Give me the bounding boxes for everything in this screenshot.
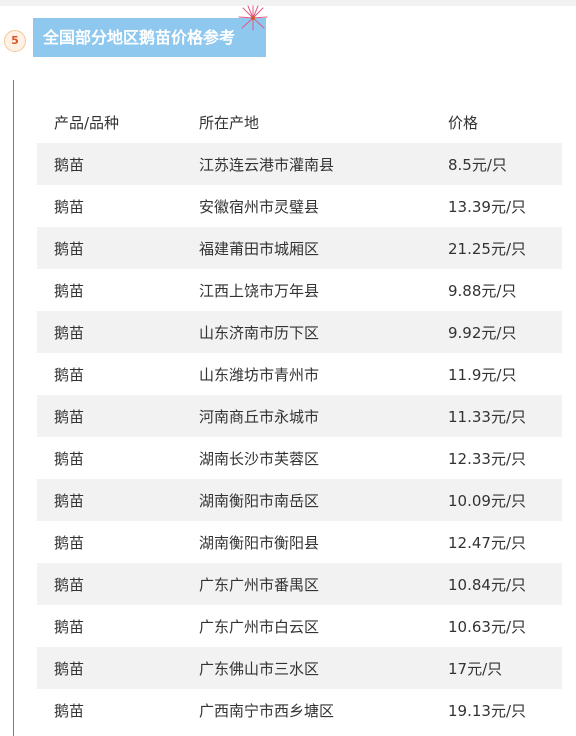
cell-product: 鹅苗 [54, 197, 85, 216]
cell-product: 鹅苗 [54, 533, 85, 552]
table-row: 鹅苗 山东潍坊市青州市 11.9元/只 [37, 353, 562, 395]
table-row: 鹅苗 江苏连云港市灌南县 8.5元/只 [37, 143, 562, 185]
table-row: 鹅苗 安徽宿州市灵璧县 13.39元/只 [37, 185, 562, 227]
cell-location: 安徽宿州市灵璧县 [199, 197, 320, 216]
table-row: 鹅苗 河南商丘市永城市 11.33元/只 [37, 395, 562, 437]
cell-location: 山东潍坊市青州市 [199, 365, 320, 384]
cell-product: 鹅苗 [54, 701, 85, 720]
table-row: 鹅苗 广东广州市番禺区 10.84元/只 [37, 563, 562, 605]
cell-product: 鹅苗 [54, 449, 85, 468]
cell-location: 广东广州市番禺区 [199, 575, 320, 594]
cell-product: 鹅苗 [54, 155, 85, 174]
header-location: 所在产地 [199, 113, 260, 132]
cell-price: 17元/只 [448, 659, 503, 678]
table-row: 鹅苗 广东佛山市三水区 17元/只 [37, 647, 562, 689]
table-row: 鹅苗 山东济南市历下区 9.92元/只 [37, 311, 562, 353]
cell-location: 湖南衡阳市衡阳县 [199, 533, 320, 552]
cell-product: 鹅苗 [54, 617, 85, 636]
cell-product: 鹅苗 [54, 659, 85, 678]
cell-price: 10.63元/只 [448, 617, 526, 636]
cell-price: 10.84元/只 [448, 575, 526, 594]
cell-location: 江西上饶市万年县 [199, 281, 320, 300]
cell-price: 9.88元/只 [448, 281, 517, 300]
top-divider [0, 0, 576, 6]
price-table: 产品/品种 所在产地 价格 鹅苗 江苏连云港市灌南县 8.5元/只 鹅苗 安徽宿州市灵璧… [37, 101, 562, 731]
cell-location: 广东广州市白云区 [199, 617, 320, 636]
cell-location: 湖南衡阳市南岳区 [199, 491, 320, 510]
cell-location: 广西南宁市西乡塘区 [199, 701, 335, 720]
section-title: 全国部分地区鹅苗价格参考 [33, 18, 266, 57]
firework-icon [238, 5, 268, 31]
cell-product: 鹅苗 [54, 407, 85, 426]
cell-location: 湖南长沙市芙蓉区 [199, 449, 320, 468]
cell-location: 河南商丘市永城市 [199, 407, 320, 426]
cell-price: 8.5元/只 [448, 155, 507, 174]
section-number-badge: 5 [4, 30, 26, 52]
table-row: 鹅苗 湖南长沙市芙蓉区 12.33元/只 [37, 437, 562, 479]
header-price: 价格 [448, 113, 479, 132]
table-row: 鹅苗 湖南衡阳市衡阳县 12.47元/只 [37, 521, 562, 563]
cell-product: 鹅苗 [54, 491, 85, 510]
cell-product: 鹅苗 [54, 365, 85, 384]
cell-product: 鹅苗 [54, 575, 85, 594]
timeline-line [13, 80, 14, 736]
header-product: 产品/品种 [54, 113, 120, 132]
table-row: 鹅苗 福建莆田市城厢区 21.25元/只 [37, 227, 562, 269]
table-row: 鹅苗 广东广州市白云区 10.63元/只 [37, 605, 562, 647]
cell-price: 11.33元/只 [448, 407, 526, 426]
table-row: 鹅苗 江西上饶市万年县 9.88元/只 [37, 269, 562, 311]
cell-price: 19.13元/只 [448, 701, 526, 720]
cell-price: 13.39元/只 [448, 197, 526, 216]
cell-price: 21.25元/只 [448, 239, 526, 258]
cell-location: 江苏连云港市灌南县 [199, 155, 335, 174]
cell-product: 鹅苗 [54, 281, 85, 300]
cell-price: 9.92元/只 [448, 323, 517, 342]
cell-location: 山东济南市历下区 [199, 323, 320, 342]
cell-location: 福建莆田市城厢区 [199, 239, 320, 258]
cell-price: 12.47元/只 [448, 533, 526, 552]
cell-price: 12.33元/只 [448, 449, 526, 468]
cell-product: 鹅苗 [54, 323, 85, 342]
cell-price: 11.9元/只 [448, 365, 517, 384]
table-row: 鹅苗 湖南衡阳市南岳区 10.09元/只 [37, 479, 562, 521]
table-row: 鹅苗 广西南宁市西乡塘区 19.13元/只 [37, 689, 562, 731]
cell-price: 10.09元/只 [448, 491, 526, 510]
table-header-row: 产品/品种 所在产地 价格 [37, 101, 562, 143]
cell-product: 鹅苗 [54, 239, 85, 258]
cell-location: 广东佛山市三水区 [199, 659, 320, 678]
